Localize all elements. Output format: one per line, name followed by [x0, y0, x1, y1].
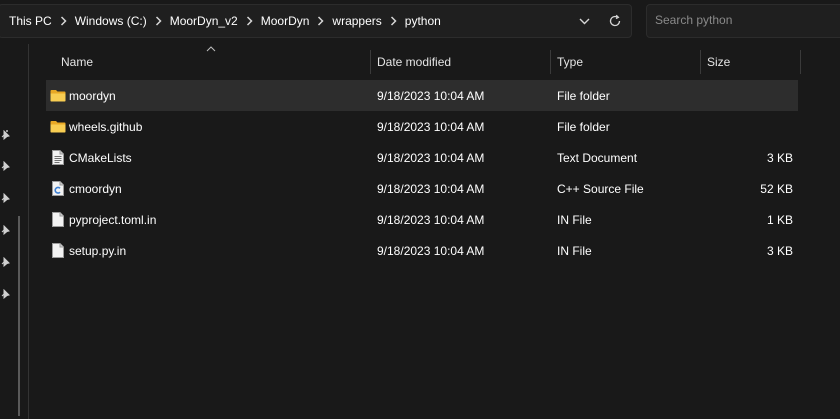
- navigation-pane[interactable]: [0, 44, 30, 419]
- file-row[interactable]: moordyn 9/18/2023 10:04 AM File folder: [46, 80, 798, 111]
- search-box[interactable]: [646, 4, 840, 38]
- chevron-right-icon[interactable]: [246, 16, 253, 26]
- breadcrumb-moordyn[interactable]: MoorDyn: [261, 14, 310, 28]
- refresh-icon: [609, 14, 621, 27]
- file-row[interactable]: setup.py.in 9/18/2023 10:04 AM IN File 3…: [46, 235, 798, 266]
- text-document-icon: [50, 142, 66, 173]
- column-resize-handle[interactable]: [370, 50, 371, 74]
- pin-icon[interactable]: [0, 257, 10, 267]
- file-date-modified: 9/18/2023 10:04 AM: [377, 181, 485, 196]
- nav-collapse-marker: [6, 130, 8, 132]
- file-row[interactable]: CMakeLists 9/18/2023 10:04 AM Text Docum…: [46, 142, 798, 173]
- file-date-modified: 9/18/2023 10:04 AM: [377, 119, 485, 134]
- file-date-modified: 9/18/2023 10:04 AM: [377, 150, 485, 165]
- file-size: 52 KB: [760, 181, 793, 196]
- file-date-modified: 9/18/2023 10:04 AM: [377, 212, 485, 227]
- pane-divider[interactable]: [28, 44, 29, 419]
- file-type: File folder: [557, 88, 610, 103]
- pin-icon[interactable]: [0, 225, 10, 235]
- folder-icon: [50, 111, 66, 142]
- refresh-button[interactable]: [600, 5, 630, 37]
- file-date-modified: 9/18/2023 10:04 AM: [377, 88, 485, 103]
- history-dropdown-button[interactable]: [569, 5, 599, 37]
- breadcrumb-moordyn-v2[interactable]: MoorDyn_v2: [170, 14, 238, 28]
- navigation-scrollbar[interactable]: [18, 216, 20, 416]
- breadcrumb-wrappers[interactable]: wrappers: [332, 14, 381, 28]
- file-type: C++ Source File: [557, 181, 644, 196]
- file-type: Text Document: [557, 150, 638, 165]
- chevron-right-icon[interactable]: [155, 16, 162, 26]
- file-name: cmoordyn: [69, 181, 122, 196]
- file-name: wheels.github: [69, 119, 143, 134]
- blank-file-icon: [50, 204, 66, 235]
- file-name: setup.py.in: [69, 243, 127, 258]
- file-row[interactable]: wheels.github 9/18/2023 10:04 AM File fo…: [46, 111, 798, 142]
- file-type: IN File: [557, 212, 592, 227]
- pin-icon[interactable]: [0, 130, 10, 140]
- breadcrumb-this-pc[interactable]: This PC: [9, 14, 52, 28]
- pin-icon[interactable]: [0, 161, 10, 171]
- file-date-modified: 9/18/2023 10:04 AM: [377, 243, 485, 258]
- address-bar[interactable]: This PC Windows (C:) MoorDyn_v2 MoorDyn …: [0, 4, 632, 38]
- breadcrumb-python[interactable]: python: [405, 14, 441, 28]
- file-type: IN File: [557, 243, 592, 258]
- file-row[interactable]: pyproject.toml.in 9/18/2023 10:04 AM IN …: [46, 204, 798, 235]
- file-row[interactable]: cmoordyn 9/18/2023 10:04 AM C++ Source F…: [46, 173, 798, 204]
- file-size: 3 KB: [766, 150, 793, 165]
- chevron-down-icon: [579, 18, 589, 24]
- file-name: pyproject.toml.in: [69, 212, 157, 227]
- file-size: 3 KB: [766, 243, 793, 258]
- file-name: CMakeLists: [69, 150, 132, 165]
- file-list: moordyn 9/18/2023 10:04 AM File folder w…: [46, 80, 798, 266]
- file-type: File folder: [557, 119, 610, 134]
- folder-icon: [50, 80, 66, 111]
- column-header-size[interactable]: Size: [707, 48, 730, 76]
- top-bar: This PC Windows (C:) MoorDyn_v2 MoorDyn …: [0, 0, 840, 44]
- column-header-name[interactable]: Name: [61, 48, 93, 76]
- pin-icon[interactable]: [0, 289, 10, 299]
- breadcrumb-windows-c[interactable]: Windows (C:): [75, 14, 147, 28]
- pin-icon[interactable]: [0, 193, 10, 203]
- chevron-right-icon[interactable]: [317, 16, 324, 26]
- chevron-right-icon[interactable]: [60, 16, 67, 26]
- chevron-right-icon[interactable]: [390, 16, 397, 26]
- blank-file-icon: [50, 235, 66, 266]
- column-resize-handle[interactable]: [700, 50, 701, 74]
- breadcrumb: This PC Windows (C:) MoorDyn_v2 MoorDyn …: [0, 14, 441, 28]
- column-header-type[interactable]: Type: [557, 48, 583, 76]
- column-header-date-modified[interactable]: Date modified: [377, 48, 451, 76]
- cpp-source-icon: [50, 173, 66, 204]
- column-resize-handle[interactable]: [550, 50, 551, 74]
- column-resize-handle[interactable]: [800, 50, 801, 74]
- file-size: 1 KB: [766, 212, 793, 227]
- search-input[interactable]: [647, 5, 835, 35]
- column-header: Name Date modified Type Size: [30, 48, 810, 76]
- file-name: moordyn: [69, 88, 116, 103]
